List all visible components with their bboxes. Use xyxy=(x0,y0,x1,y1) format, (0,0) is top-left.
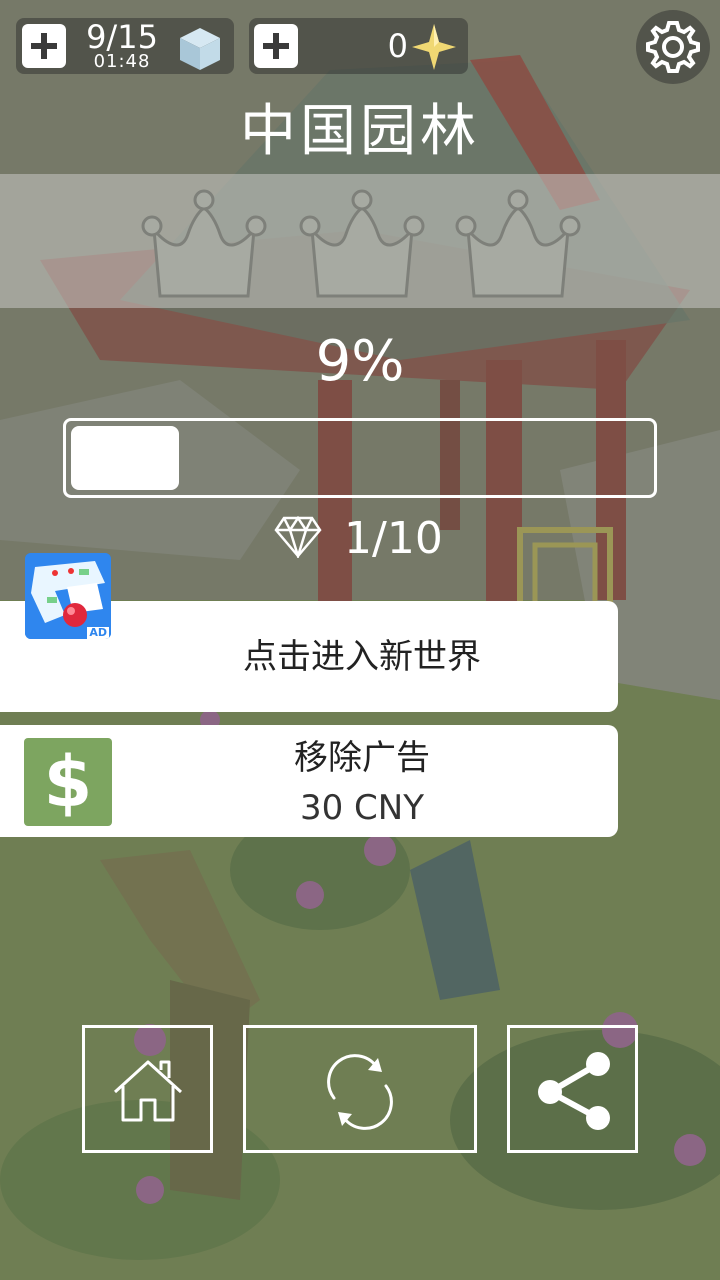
crown-icon xyxy=(141,189,267,298)
cube-icon xyxy=(180,28,220,70)
lives-timer: 01:48 xyxy=(93,51,151,72)
diamond-count: 1/10 xyxy=(344,513,443,564)
sparkle-star-icon xyxy=(412,24,456,70)
home-icon xyxy=(113,1060,183,1122)
dollar-icon: $ xyxy=(24,738,112,826)
remove-ads-price: 30 CNY xyxy=(299,788,424,828)
add-gems-button[interactable] xyxy=(254,24,298,68)
progress-bar-fill xyxy=(71,426,179,490)
ad-badge: AD xyxy=(87,626,109,639)
progress-bar xyxy=(63,418,657,498)
level-title: 中国园林 xyxy=(240,99,480,164)
restart-icon xyxy=(327,1054,393,1130)
share-button[interactable] xyxy=(507,1025,638,1153)
add-lives-button[interactable] xyxy=(22,24,66,68)
progress-percent: 9% xyxy=(315,329,405,394)
restart-button[interactable] xyxy=(243,1025,477,1153)
settings-button[interactable] xyxy=(636,10,710,84)
promo-app-icon[interactable]: AD xyxy=(25,553,111,639)
dollar-symbol: $ xyxy=(43,741,93,823)
share-icon xyxy=(538,1052,610,1130)
gem-count: 0 xyxy=(387,27,408,65)
home-button[interactable] xyxy=(82,1025,213,1153)
promo-ad-label: 点击进入新世界 xyxy=(243,637,481,677)
crown-icon xyxy=(299,189,425,298)
crown-icon xyxy=(455,189,581,298)
remove-ads-title: 移除广告 xyxy=(294,738,430,778)
diamond-icon xyxy=(274,516,322,558)
gear-icon xyxy=(646,21,700,73)
